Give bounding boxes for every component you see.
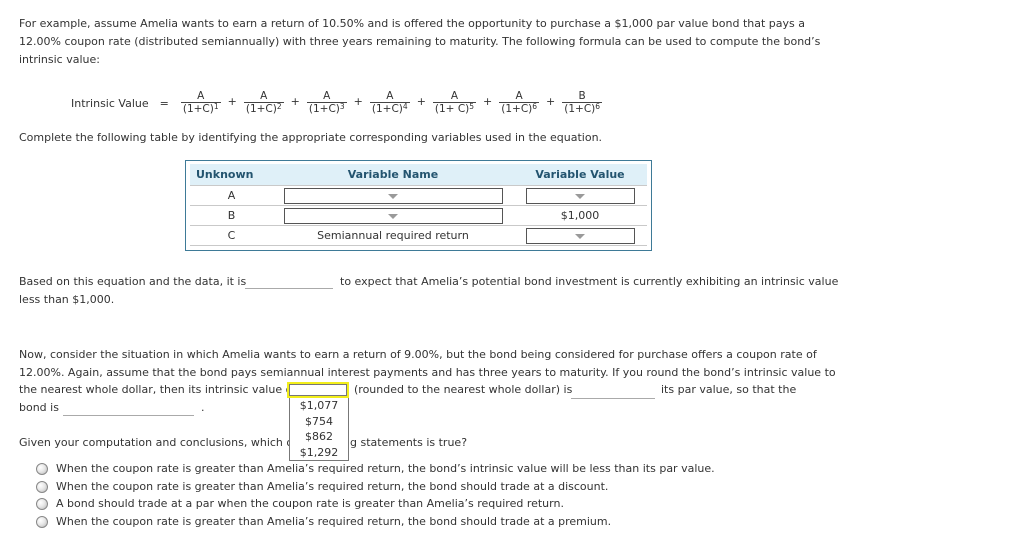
dropdown-arrow-icon: [388, 193, 398, 199]
table-row: A: [190, 185, 647, 206]
radio-button-icon[interactable]: [36, 498, 48, 510]
variable-value-select-c[interactable]: [525, 227, 635, 244]
unknown-cell: B: [190, 205, 273, 226]
unknown-cell: A: [190, 185, 273, 206]
q2-line-4-before: bond is: [19, 401, 59, 414]
intro-line-3: intrinsic value:: [19, 53, 100, 66]
formula-plus: +: [546, 94, 556, 108]
radio-button-icon[interactable]: [36, 516, 48, 528]
variable-table: Unknown Variable Name Variable Value A B…: [185, 160, 652, 251]
q2-trade-blank[interactable]: [63, 415, 194, 416]
radio-option-3[interactable]: A bond should trade at a par when the co…: [36, 497, 564, 511]
formula-plus: +: [353, 94, 363, 108]
radio-option-label: When the coupon rate is greater than Ame…: [56, 480, 609, 493]
q2-line-3-before: the nearest whole dollar, then its intri…: [19, 383, 297, 396]
q2-line-3-after: its par value, so that the: [661, 383, 797, 396]
formula-term-4: A (1+C)4: [369, 90, 410, 115]
q3-text-before: Given your computation and conclusions, …: [19, 436, 297, 449]
header-variable-value: Variable Value: [513, 164, 647, 186]
intrinsic-value-formula: Intrinsic Value = A (1+C)1 + A (1+C)2 + …: [71, 88, 603, 118]
formula-term-1: A (1+C)1: [180, 90, 221, 115]
intro-line-2: 12.00% coupon rate (distributed semiannu…: [19, 35, 821, 48]
formula-term-7: B (1+C)6: [562, 90, 603, 115]
q3-text-after: g statements is true?: [350, 436, 468, 449]
formula-label: Intrinsic Value: [71, 96, 149, 110]
dropdown-selected-value: [289, 384, 347, 396]
variable-value-cell: $1,000: [513, 205, 647, 226]
header-unknown: Unknown: [190, 164, 273, 186]
radio-option-label: When the coupon rate is greater than Ame…: [56, 462, 715, 475]
formula-plus: +: [227, 94, 237, 108]
unknown-cell: C: [190, 225, 273, 246]
radio-option-4[interactable]: When the coupon rate is greater than Ame…: [36, 515, 611, 529]
dropdown-option[interactable]: $1,077: [290, 398, 348, 414]
q1-blank-dropdown[interactable]: [245, 288, 333, 289]
radio-option-1[interactable]: When the coupon rate is greater than Ame…: [36, 462, 715, 476]
q2-line-1: Now, consider the situation in which Ame…: [19, 348, 817, 361]
table-instruction: Complete the following table by identify…: [19, 131, 603, 144]
variable-name-select-b[interactable]: [283, 207, 503, 224]
radio-button-icon[interactable]: [36, 463, 48, 475]
radio-option-label: When the coupon rate is greater than Ame…: [56, 515, 612, 528]
formula-plus: +: [290, 94, 300, 108]
variable-name-cell: Semiannual required return: [273, 225, 513, 246]
formula-term-3: A (1+C)3: [306, 90, 347, 115]
dropdown-arrow-icon: [575, 193, 585, 199]
radio-button-icon[interactable]: [36, 481, 48, 493]
formula-term-5: A (1+ C)5: [432, 90, 477, 115]
dropdown-arrow-icon: [388, 213, 398, 219]
intro-line-1: For example, assume Amelia wants to earn…: [19, 17, 805, 30]
formula-equals: =: [159, 96, 169, 110]
q2-line-2: 12.00%. Again, assume that the bond pays…: [19, 366, 836, 379]
table-row: B $1,000: [190, 205, 647, 226]
q2-comparison-blank[interactable]: [571, 398, 655, 399]
q1-text-before: Based on this equation and the data, it …: [19, 275, 247, 288]
dropdown-option[interactable]: $862: [290, 429, 348, 445]
q1-text-after: to expect that Amelia’s potential bond i…: [340, 275, 839, 288]
table-header-row: Unknown Variable Name Variable Value: [190, 164, 647, 186]
variable-name-select-a[interactable]: [283, 187, 503, 204]
dropdown-option[interactable]: $754: [290, 414, 348, 430]
table-row: C Semiannual required return: [190, 225, 647, 246]
formula-plus: +: [483, 94, 493, 108]
formula-term-6: A (1+C)6: [499, 90, 540, 115]
intrinsic-value-options-list: $1,077 $754 $862 $1,292: [289, 398, 349, 461]
radio-option-label: A bond should trade at a par when the co…: [56, 497, 564, 510]
dropdown-arrow-icon: [575, 233, 585, 239]
header-variable-name: Variable Name: [273, 164, 513, 186]
radio-option-2[interactable]: When the coupon rate is greater than Ame…: [36, 480, 608, 494]
intrinsic-value-dropdown[interactable]: [287, 382, 349, 398]
q2-line-3-mid: (rounded to the nearest whole dollar) is: [354, 383, 573, 396]
dropdown-option[interactable]: $1,292: [290, 445, 348, 461]
intro-paragraph: For example, assume Amelia wants to earn…: [19, 15, 820, 69]
q2-line-4-after: .: [201, 401, 205, 414]
formula-plus: +: [416, 94, 426, 108]
formula-term-2: A (1+C)2: [243, 90, 284, 115]
q1-text-line2: less than $1,000.: [19, 293, 115, 306]
variable-value-select-a[interactable]: [525, 187, 635, 204]
